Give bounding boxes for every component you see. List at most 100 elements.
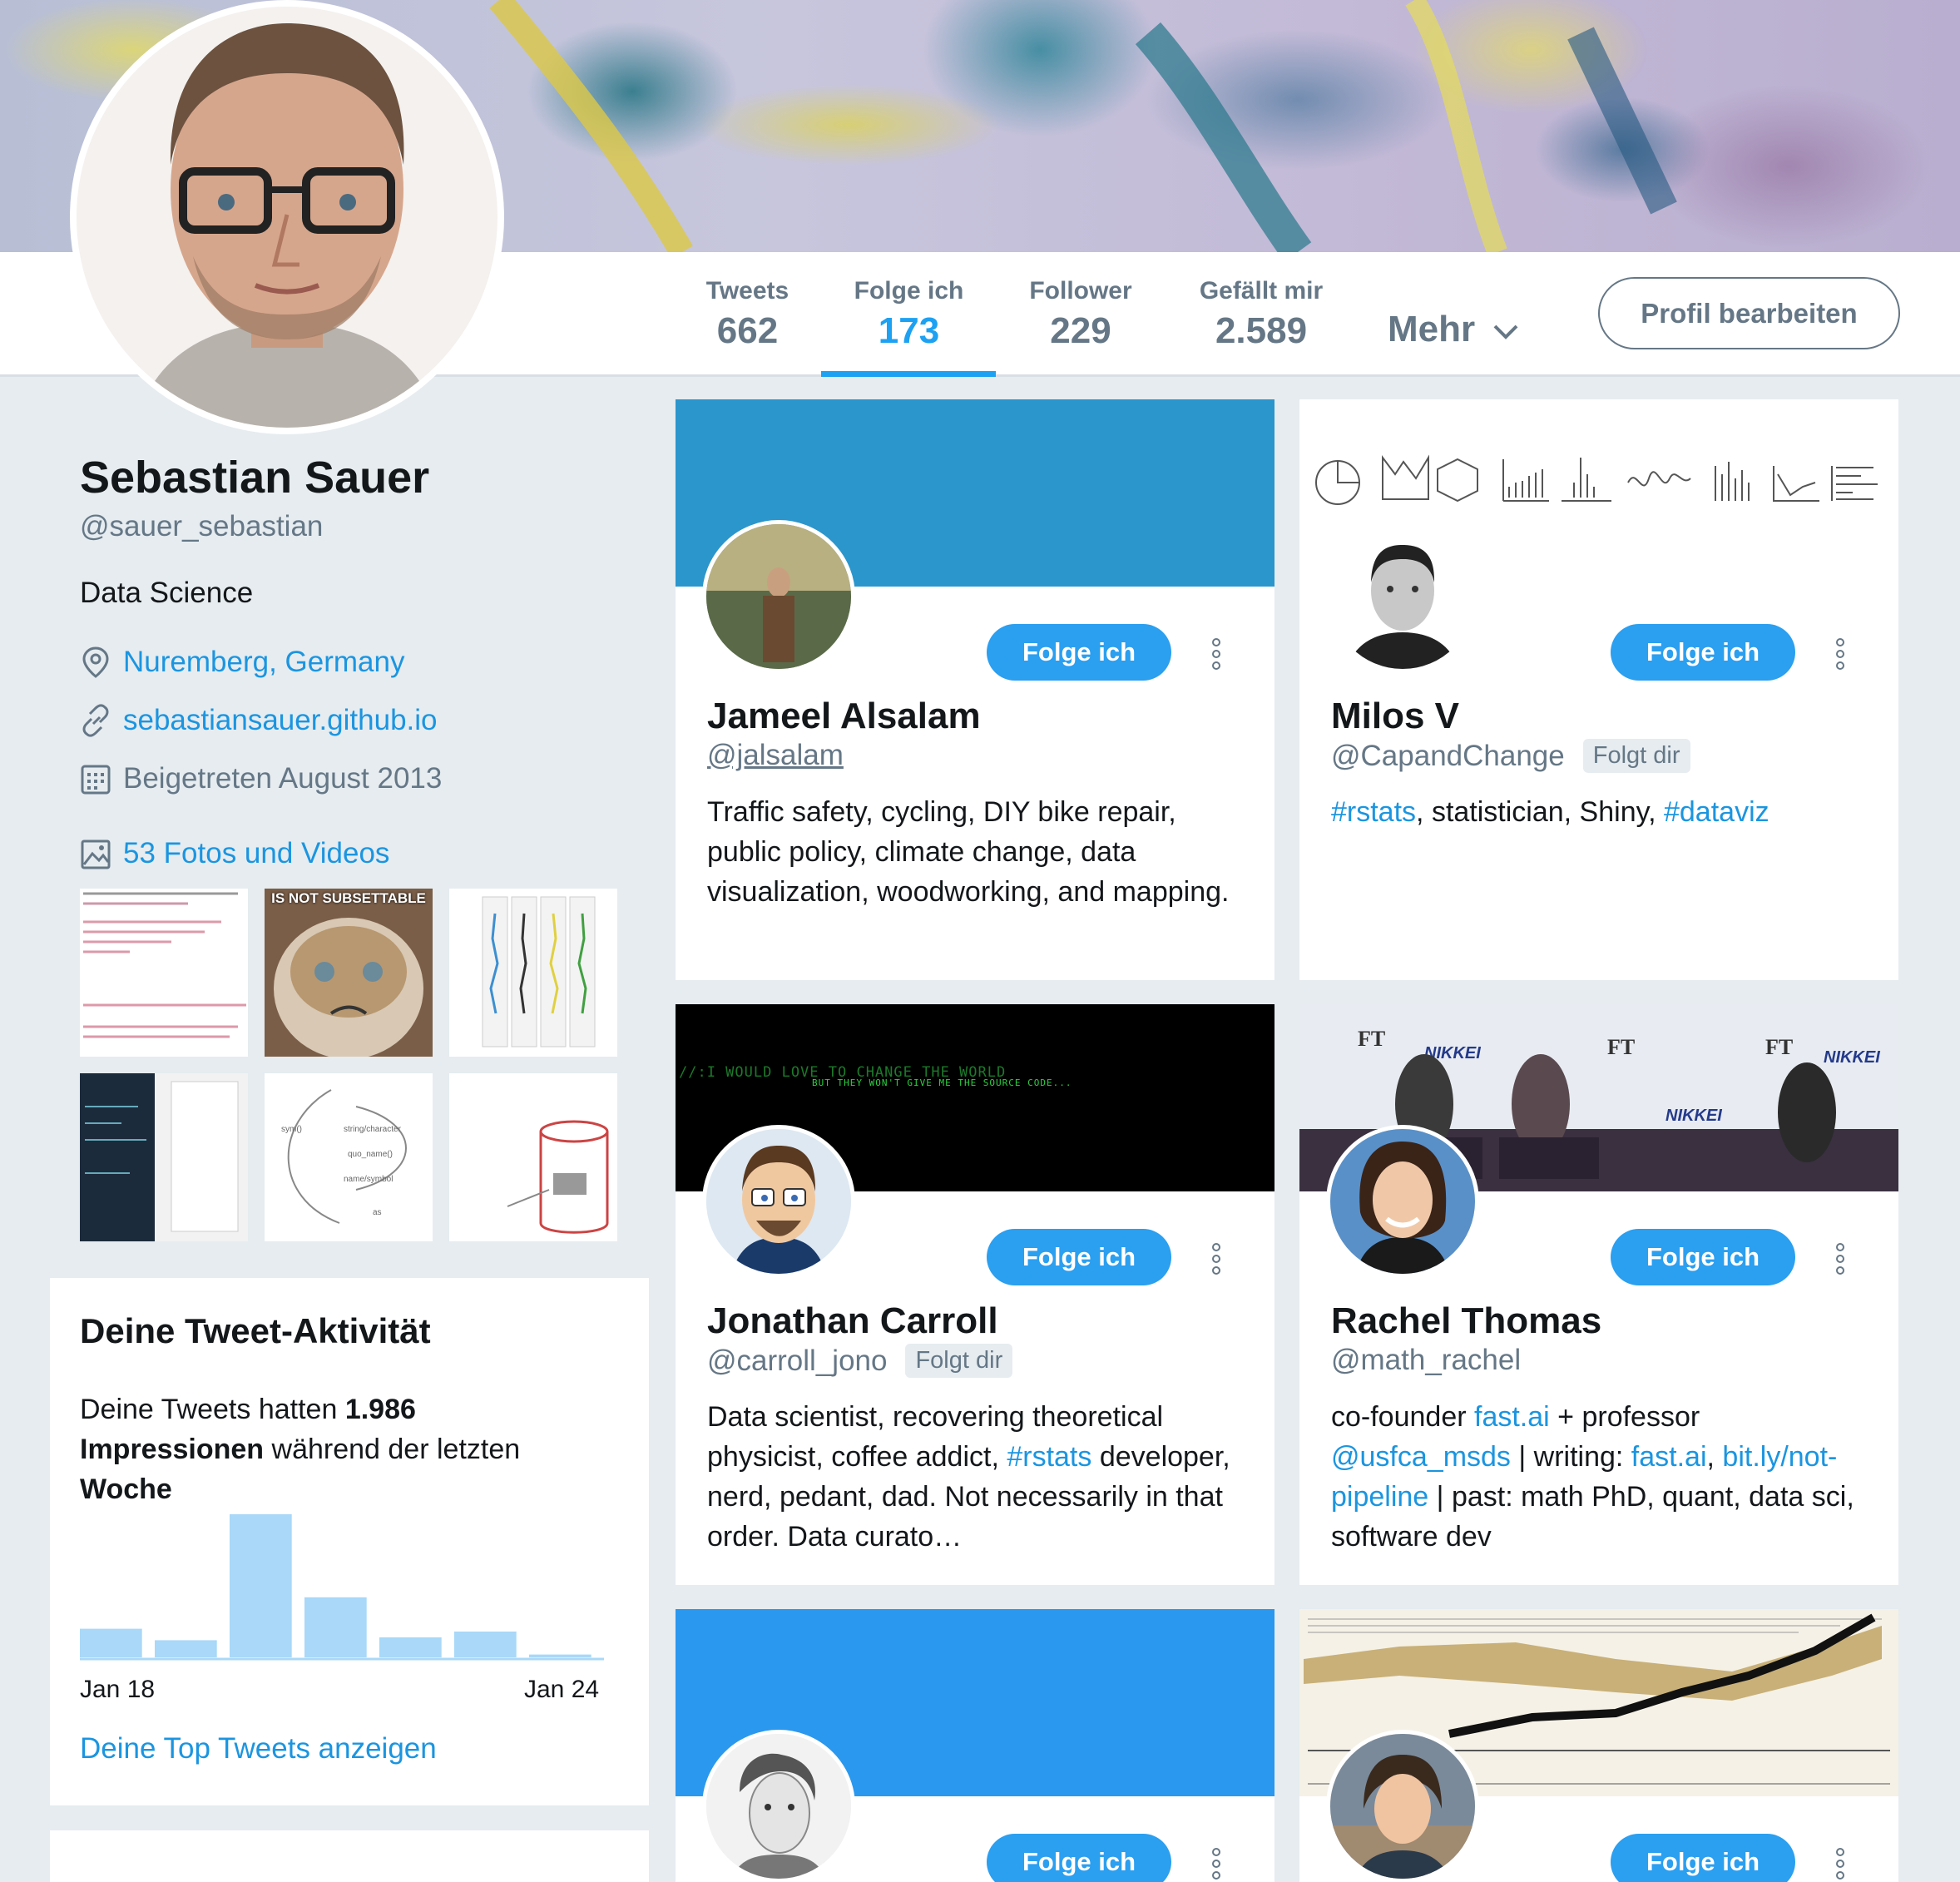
card-handle[interactable]: @carroll_jono <box>707 1345 887 1378</box>
impressions-chart[interactable] <box>80 1511 604 1669</box>
hashtag-link[interactable]: #rstats <box>1331 796 1416 828</box>
location-pin-icon <box>82 646 109 678</box>
stat-label: Gefällt mir <box>1199 277 1324 305</box>
stat-value: 662 <box>716 310 779 351</box>
profile-media: 53 Fotos und Videos <box>80 837 389 870</box>
card-avatar[interactable] <box>1326 1730 1479 1882</box>
card-bio: Traffic safety, cycling, DIY bike repair… <box>707 796 1230 908</box>
card-name[interactable]: Jonathan Carroll <box>707 1300 998 1342</box>
media-link[interactable]: 53 Fotos und Videos <box>123 837 389 870</box>
activity-text-part: Woche <box>80 1473 172 1505</box>
follow-button[interactable]: Folge ich <box>987 1229 1171 1285</box>
more-label: Mehr <box>1388 309 1476 349</box>
chart-bar-jan-19[interactable] <box>155 1640 217 1657</box>
bio-link[interactable]: fast.ai <box>1631 1441 1707 1473</box>
chart-x-start: Jan 18 <box>80 1676 156 1703</box>
card-handle-row: @CapandChange Folgt dir <box>1331 739 1690 773</box>
follow-button[interactable]: Folge ich <box>1611 624 1795 681</box>
stat-tweets[interactable]: Tweets 662 <box>704 277 791 352</box>
media-thumb[interactable]: string/character quo_name() name/symbol sym… <box>265 1073 433 1241</box>
chart-bar-jan-24[interactable] <box>529 1654 591 1657</box>
card-handle[interactable]: @CapandChange <box>1331 740 1565 773</box>
user-card[interactable]: Folge ich <box>676 1609 1274 1882</box>
card-name[interactable]: Milos V <box>1331 696 1459 737</box>
activity-text-part: während der letzten <box>264 1434 521 1465</box>
card-avatar[interactable] <box>702 520 855 673</box>
profile-location: Nuremberg, Germany <box>80 646 404 679</box>
user-card[interactable]: //:I WOULD LOVE TO CHANGE THE WORLD BUT … <box>676 1004 1274 1585</box>
website-link[interactable]: sebastiansauer.github.io <box>123 704 438 737</box>
stat-value: 2.589 <box>1215 310 1308 351</box>
more-options-icon[interactable] <box>1835 1847 1845 1880</box>
chart-bar-jan-23[interactable] <box>454 1632 517 1657</box>
profile-bio: Data Science <box>80 577 254 609</box>
chart-bar-jan-18[interactable] <box>80 1628 142 1657</box>
stat-followers[interactable]: Follower 229 <box>1027 277 1135 352</box>
card-avatar[interactable] <box>702 1125 855 1278</box>
meme-caption: IS NOT SUBSETTABLE <box>271 890 426 906</box>
edit-profile-button[interactable]: Profil bearbeiten <box>1598 277 1900 349</box>
card-avatar[interactable] <box>1326 1125 1479 1278</box>
follow-button[interactable]: Folge ich <box>987 1834 1171 1882</box>
chart-x-end: Jan 24 <box>524 1676 600 1703</box>
user-card[interactable]: FT FT FT NIKKEI NIKKEI NIKKEI Folge ich Rache… <box>1299 1004 1898 1585</box>
hashtag-link[interactable]: #rstats <box>1007 1441 1091 1473</box>
stat-label: Follower <box>1029 277 1132 305</box>
user-card[interactable]: Folge ich Milos V @CapandChange Folgt dir… <box>1299 399 1898 980</box>
more-options-icon[interactable] <box>1211 637 1221 671</box>
chart-bar-jan-20[interactable] <box>230 1514 292 1657</box>
activity-text-part: Deine Tweets hatten <box>80 1394 345 1425</box>
card-name[interactable]: Jameel Alsalam <box>707 696 981 737</box>
card-handle-row: @jalsalam <box>707 739 844 772</box>
media-thumb[interactable] <box>449 889 617 1057</box>
active-tab-indicator <box>821 371 996 377</box>
follow-button[interactable]: Folge ich <box>987 624 1171 681</box>
more-menu[interactable]: Mehr <box>1388 309 1520 350</box>
joined-date: Beigetreten August 2013 <box>123 762 443 795</box>
card-bio: Data scientist, recovering theoretical p… <box>707 1397 1240 1557</box>
bio-text: co-founder <box>1331 1401 1474 1433</box>
chart-bar-jan-22[interactable] <box>379 1637 442 1657</box>
svg-text:name/symbol: name/symbol <box>344 1175 393 1184</box>
media-thumb[interactable] <box>80 1073 248 1241</box>
more-options-icon[interactable] <box>1211 1242 1221 1275</box>
activity-title: Deine Tweet-Aktivität <box>80 1311 431 1350</box>
location-link[interactable]: Nuremberg, Germany <box>123 646 404 679</box>
card-handle-row: @carroll_jono Folgt dir <box>707 1344 1013 1378</box>
follow-button[interactable]: Folge ich <box>1611 1834 1795 1882</box>
card-avatar[interactable] <box>702 1730 855 1882</box>
chart-bar-jan-21[interactable] <box>304 1597 367 1657</box>
svg-text:as: as <box>373 1208 382 1217</box>
card-handle[interactable]: @jalsalam <box>707 739 844 772</box>
user-card[interactable]: Folge ich <box>1299 1609 1898 1882</box>
bio-text: , <box>1706 1441 1723 1473</box>
activity-text-part: Impressionen <box>80 1434 265 1465</box>
more-options-icon[interactable] <box>1211 1847 1221 1880</box>
bio-link[interactable]: fast.ai <box>1474 1401 1550 1433</box>
bio-text: , statistician, Shiny, <box>1416 796 1664 828</box>
card-bio: #rstats, statistician, Shiny, #dataviz <box>1331 792 1863 832</box>
hashtag-link[interactable]: #dataviz <box>1664 796 1769 828</box>
svg-text:NIKKEI: NIKKEI <box>1824 1048 1880 1067</box>
stat-following[interactable]: Folge ich 173 <box>849 277 969 352</box>
card-name[interactable]: Rachel Thomas <box>1331 1300 1601 1342</box>
bio-text: | writing: <box>1510 1441 1631 1473</box>
media-thumb[interactable] <box>449 1073 617 1241</box>
card-avatar[interactable] <box>1326 520 1479 673</box>
card-handle[interactable]: @math_rachel <box>1331 1344 1521 1377</box>
media-thumb[interactable]: IS NOT SUBSETTABLE <box>265 889 433 1057</box>
user-card[interactable]: Folge ich Jameel Alsalam @jalsalam Traff… <box>676 399 1274 980</box>
mention-link[interactable]: @usfca_msds <box>1331 1441 1511 1473</box>
stat-value: 229 <box>1050 310 1111 351</box>
top-tweets-link[interactable]: Deine Top Tweets anzeigen <box>80 1732 437 1766</box>
calendar-icon <box>81 765 111 795</box>
more-options-icon[interactable] <box>1835 1242 1845 1275</box>
media-thumb[interactable] <box>80 889 248 1057</box>
more-options-icon[interactable] <box>1835 637 1845 671</box>
sidebar-card <box>50 1830 649 1882</box>
stat-likes[interactable]: Gefällt mir 2.589 <box>1195 277 1328 352</box>
profile-avatar[interactable] <box>70 0 504 434</box>
profile-name: Sebastian Sauer <box>80 453 430 503</box>
stat-label: Folge ich <box>854 277 964 305</box>
follow-button[interactable]: Folge ich <box>1611 1229 1795 1285</box>
